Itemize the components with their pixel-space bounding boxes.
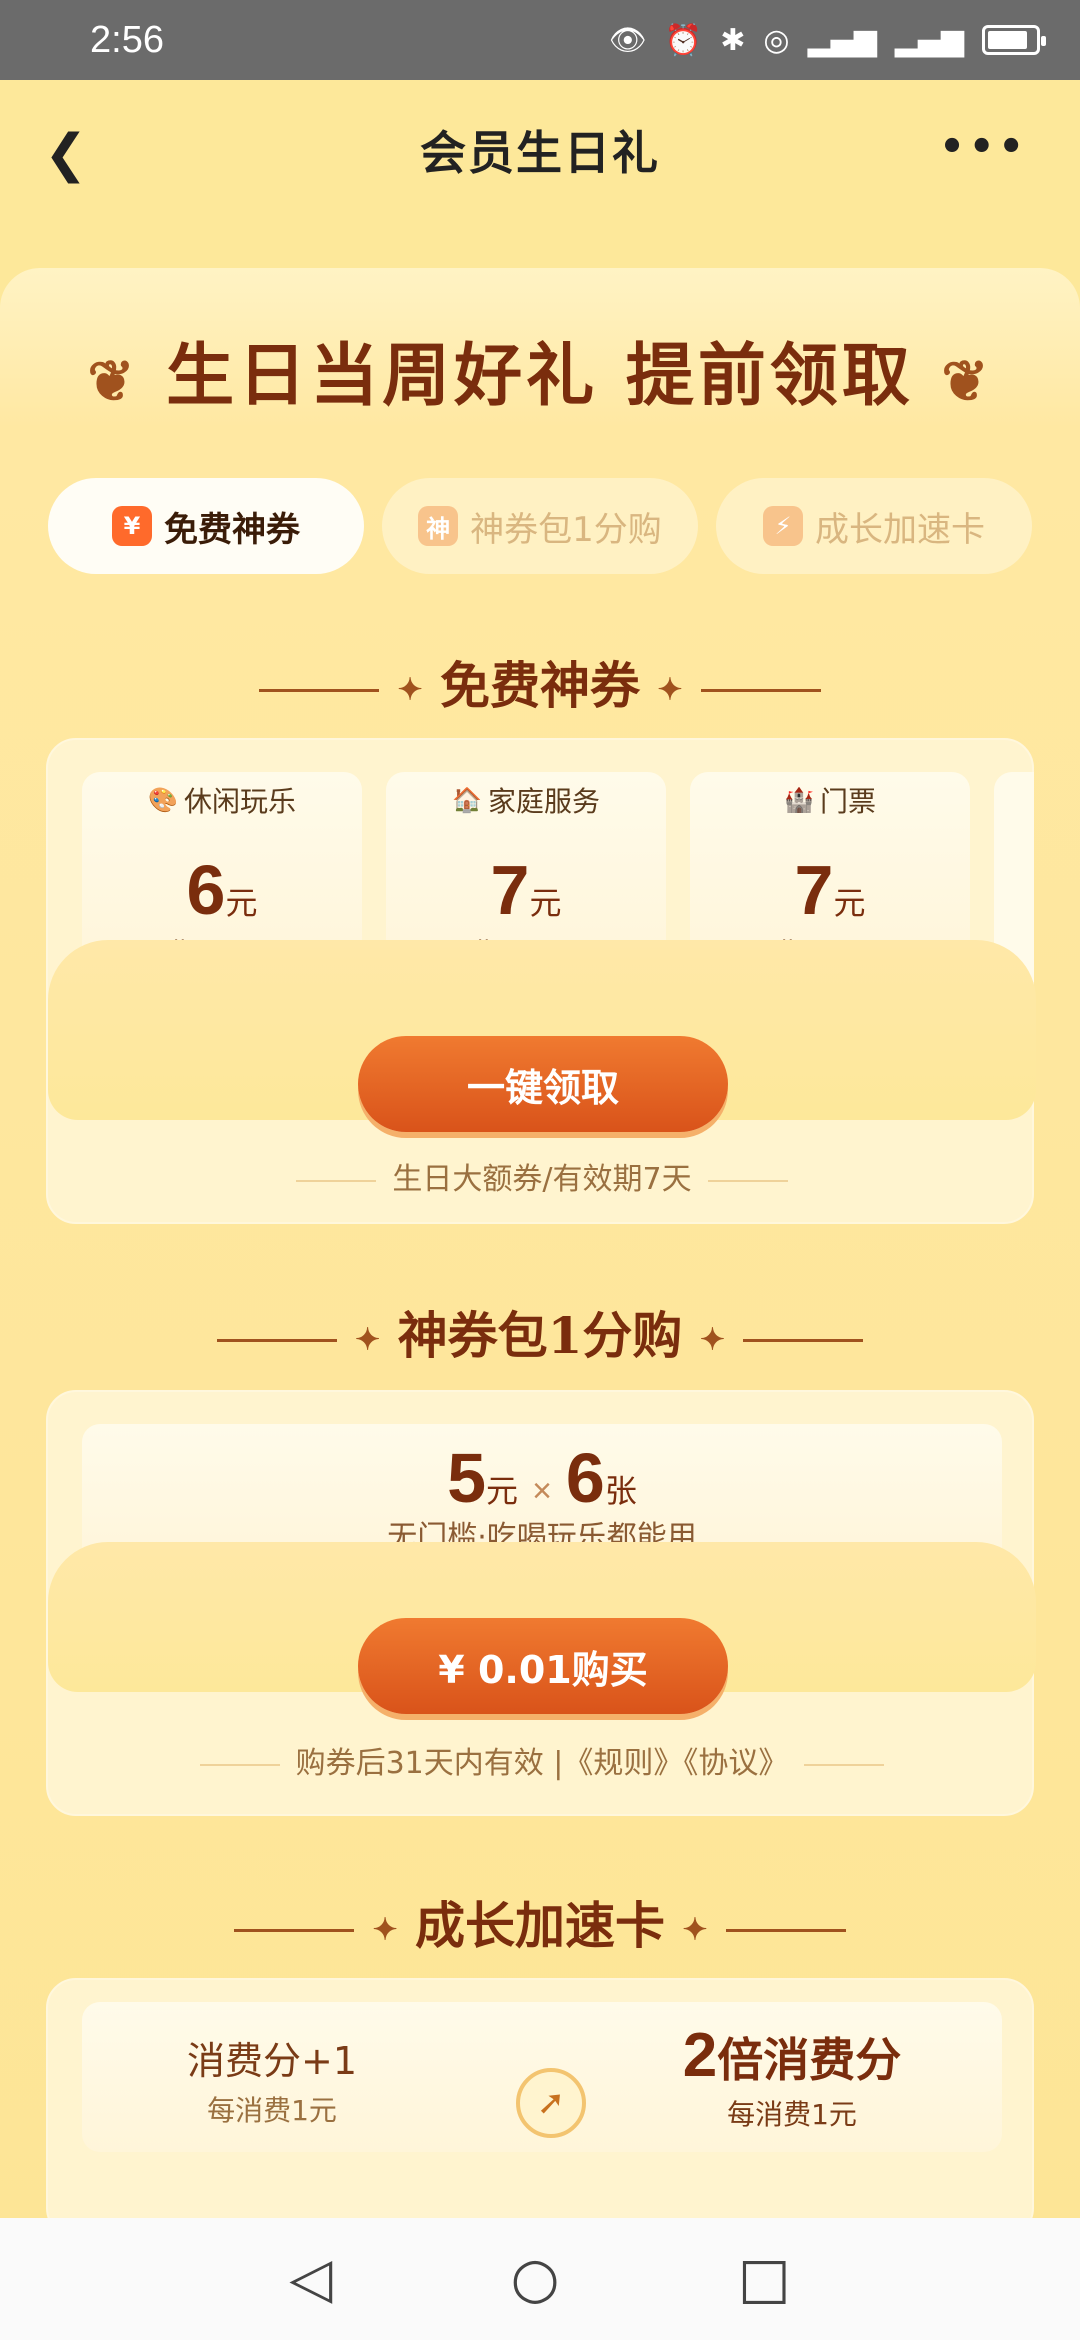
coupon-amount: 6 — [186, 851, 226, 929]
section-title-free: ✦ 免费神券 ✦ — [0, 646, 1080, 718]
signal-icon: ▂▄▆ — [807, 22, 877, 58]
nav-home-icon[interactable]: ○ — [511, 2251, 560, 2307]
section-title-accel: ✦ 成长加速卡 ✦ — [0, 1886, 1080, 1958]
coupon-unit: 元 — [529, 885, 562, 921]
tab-free-coupons[interactable]: ¥ 免费神券 — [48, 478, 364, 574]
normal-points: 消费分+1 每消费1元 — [162, 2030, 382, 2129]
home-service-icon: 🏠 — [452, 786, 482, 814]
growth-card-box: 消费分+1 每消费1元 ➚ 2倍消费分 每消费1元 — [82, 2002, 1002, 2152]
coupon-pack-icon: 神 — [418, 506, 459, 546]
coupon-unit: 元 — [833, 885, 866, 921]
normal-points-title: 消费分+1 — [186, 2039, 358, 2083]
free-coupon-note: 生日大额券/有效期7天 — [48, 1154, 1036, 1198]
eye-icon: 👁 — [608, 22, 647, 58]
hotspot-icon: ◎ — [763, 22, 790, 58]
coupon-category: 休闲玩乐 — [183, 785, 296, 818]
coupon-icon: ¥ — [112, 506, 152, 546]
status-icons: 👁 ⏰ ✱ ◎ ▂▄▆ ▂▄▆ — [608, 22, 1046, 58]
system-nav-bar: ◁ ○ □ — [0, 2218, 1080, 2340]
header: ❮ 会员生日礼 ••• — [0, 80, 1080, 220]
coupon-pack-panel: 5元 × 6张 无门槛·吃喝玩乐都能用 ¥ 0.01购买 购券后31天内有效 |《规… — [46, 1390, 1036, 1816]
pack-amount: 5 — [447, 1439, 487, 1517]
coupon-amount: 7 — [490, 851, 530, 929]
buy-button[interactable]: ¥ 0.01购买 — [358, 1618, 728, 1714]
page-title: 会员生日礼 — [420, 126, 660, 180]
more-options-icon[interactable]: ••• — [939, 124, 1028, 170]
laurel-right-icon: ❦ — [941, 348, 993, 415]
arrow-up-right-icon: ➚ — [516, 2068, 586, 2138]
tab-label: 神券包1分购 — [470, 509, 662, 550]
battery-icon — [982, 25, 1046, 55]
lightning-icon: ⚡ — [763, 506, 803, 546]
pack-count: 6 — [565, 1439, 605, 1517]
boost-multiplier: 2 — [682, 2021, 718, 2090]
coupon-amount: 7 — [794, 851, 834, 929]
tab-label: 成长加速卡 — [815, 509, 985, 550]
growth-card-panel: 消费分+1 每消费1元 ➚ 2倍消费分 每消费1元 — [46, 1978, 1034, 2238]
nav-back-icon[interactable]: ◁ — [289, 2251, 332, 2307]
coupon-unit: 元 — [225, 885, 258, 921]
bluetooth-icon: ✱ — [720, 22, 746, 58]
pack-count-unit: 张 — [604, 1473, 637, 1509]
back-icon[interactable]: ❮ — [44, 128, 88, 180]
boost-title: 倍消费分 — [717, 2033, 902, 2087]
status-bar: 2:56 👁 ⏰ ✱ ◎ ▂▄▆ ▂▄▆ — [0, 0, 1080, 80]
alarm-icon: ⏰ — [664, 22, 703, 58]
hero-title: ❦ 生日当周好礼 提前领取 ❦ — [0, 320, 1080, 419]
free-coupon-panel: 🎨休闲玩乐 6元 满48可用 🏠家庭服务 7元 满79可用 🏰门票 7元 满50… — [46, 738, 1036, 1224]
pack-amount-unit: 元 — [486, 1473, 519, 1509]
boost-sub: 每消费1元 — [727, 2098, 857, 2131]
section-title-text: 免费神券 — [440, 656, 640, 715]
tab-coupon-pack[interactable]: 神 神券包1分购 — [382, 478, 698, 574]
section-title-text: 神券包1分购 — [397, 1306, 683, 1365]
coupon-category: 家庭服务 — [487, 785, 600, 818]
ticket-icon: 🏰 — [784, 786, 814, 814]
section-title-pack: ✦ 神券包1分购 ✦ — [0, 1296, 1080, 1368]
tab-growth-card[interactable]: ⚡ 成长加速卡 — [716, 478, 1032, 574]
note-text: 生日大额券/有效期7天 — [392, 1162, 692, 1197]
pack-note: 购券后31天内有效 |《规则》《协议》 — [48, 1738, 1036, 1782]
claim-all-button[interactable]: 一键领取 — [358, 1036, 728, 1132]
laurel-left-icon: ❦ — [87, 348, 139, 415]
boosted-points: 2倍消费分 每消费1元 — [662, 2020, 922, 2133]
status-time: 2:56 — [90, 18, 164, 61]
hero-title-text: 生日当周好礼 提前领取 — [166, 336, 914, 416]
leisure-icon: 🎨 — [148, 786, 178, 814]
coupon-category: 门票 — [819, 785, 876, 818]
tab-label: 免费神券 — [164, 509, 300, 550]
nav-recents-icon[interactable]: □ — [738, 2251, 791, 2307]
signal-icon: ▂▄▆ — [894, 22, 964, 58]
normal-points-sub: 每消费1元 — [207, 2094, 337, 2127]
section-title-text: 成长加速卡 — [415, 1896, 665, 1955]
times-sign: × — [532, 1472, 552, 1510]
rules-agreement-link[interactable]: 购券后31天内有效 |《规则》《协议》 — [296, 1746, 789, 1781]
